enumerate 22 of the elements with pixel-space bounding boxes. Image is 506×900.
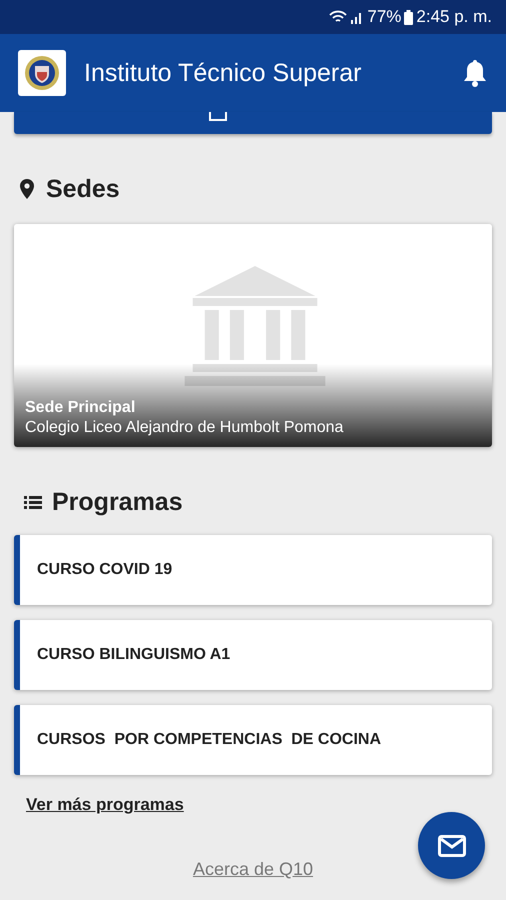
location-pin-icon xyxy=(20,179,34,199)
clock: 2:45 p. m. xyxy=(416,7,492,27)
program-card[interactable]: CURSOS POR COMPETENCIAS DE COCINA xyxy=(14,705,492,775)
wifi-icon xyxy=(329,10,348,24)
campus-name: Sede Principal xyxy=(25,398,136,418)
program-card[interactable]: CURSO COVID 19 xyxy=(14,535,492,605)
about-link[interactable]: Acerca de Q10 xyxy=(192,859,314,880)
program-card[interactable]: CURSO BILINGUISMO A1 xyxy=(14,620,492,690)
list-icon xyxy=(24,495,42,509)
mail-icon xyxy=(438,834,466,856)
bell-icon[interactable] xyxy=(462,58,488,88)
battery-icon xyxy=(404,10,414,24)
app-title: Instituto Técnico Superar xyxy=(84,58,362,88)
battery-percent: 77% xyxy=(367,7,402,27)
section-heading: Sedes xyxy=(46,174,120,204)
login-icon xyxy=(208,112,228,122)
more-programs-link[interactable]: Ver más programas xyxy=(26,795,184,815)
mail-button[interactable] xyxy=(418,812,485,879)
campus-address: Colegio Liceo Alejandro de Humbolt Pomona xyxy=(25,418,344,438)
section-heading: Programas xyxy=(52,488,183,516)
campus-card[interactable]: Sede Principal Colegio Liceo Alejandro de Humbolt Pomona xyxy=(14,224,492,447)
shield-logo-icon xyxy=(18,50,66,96)
